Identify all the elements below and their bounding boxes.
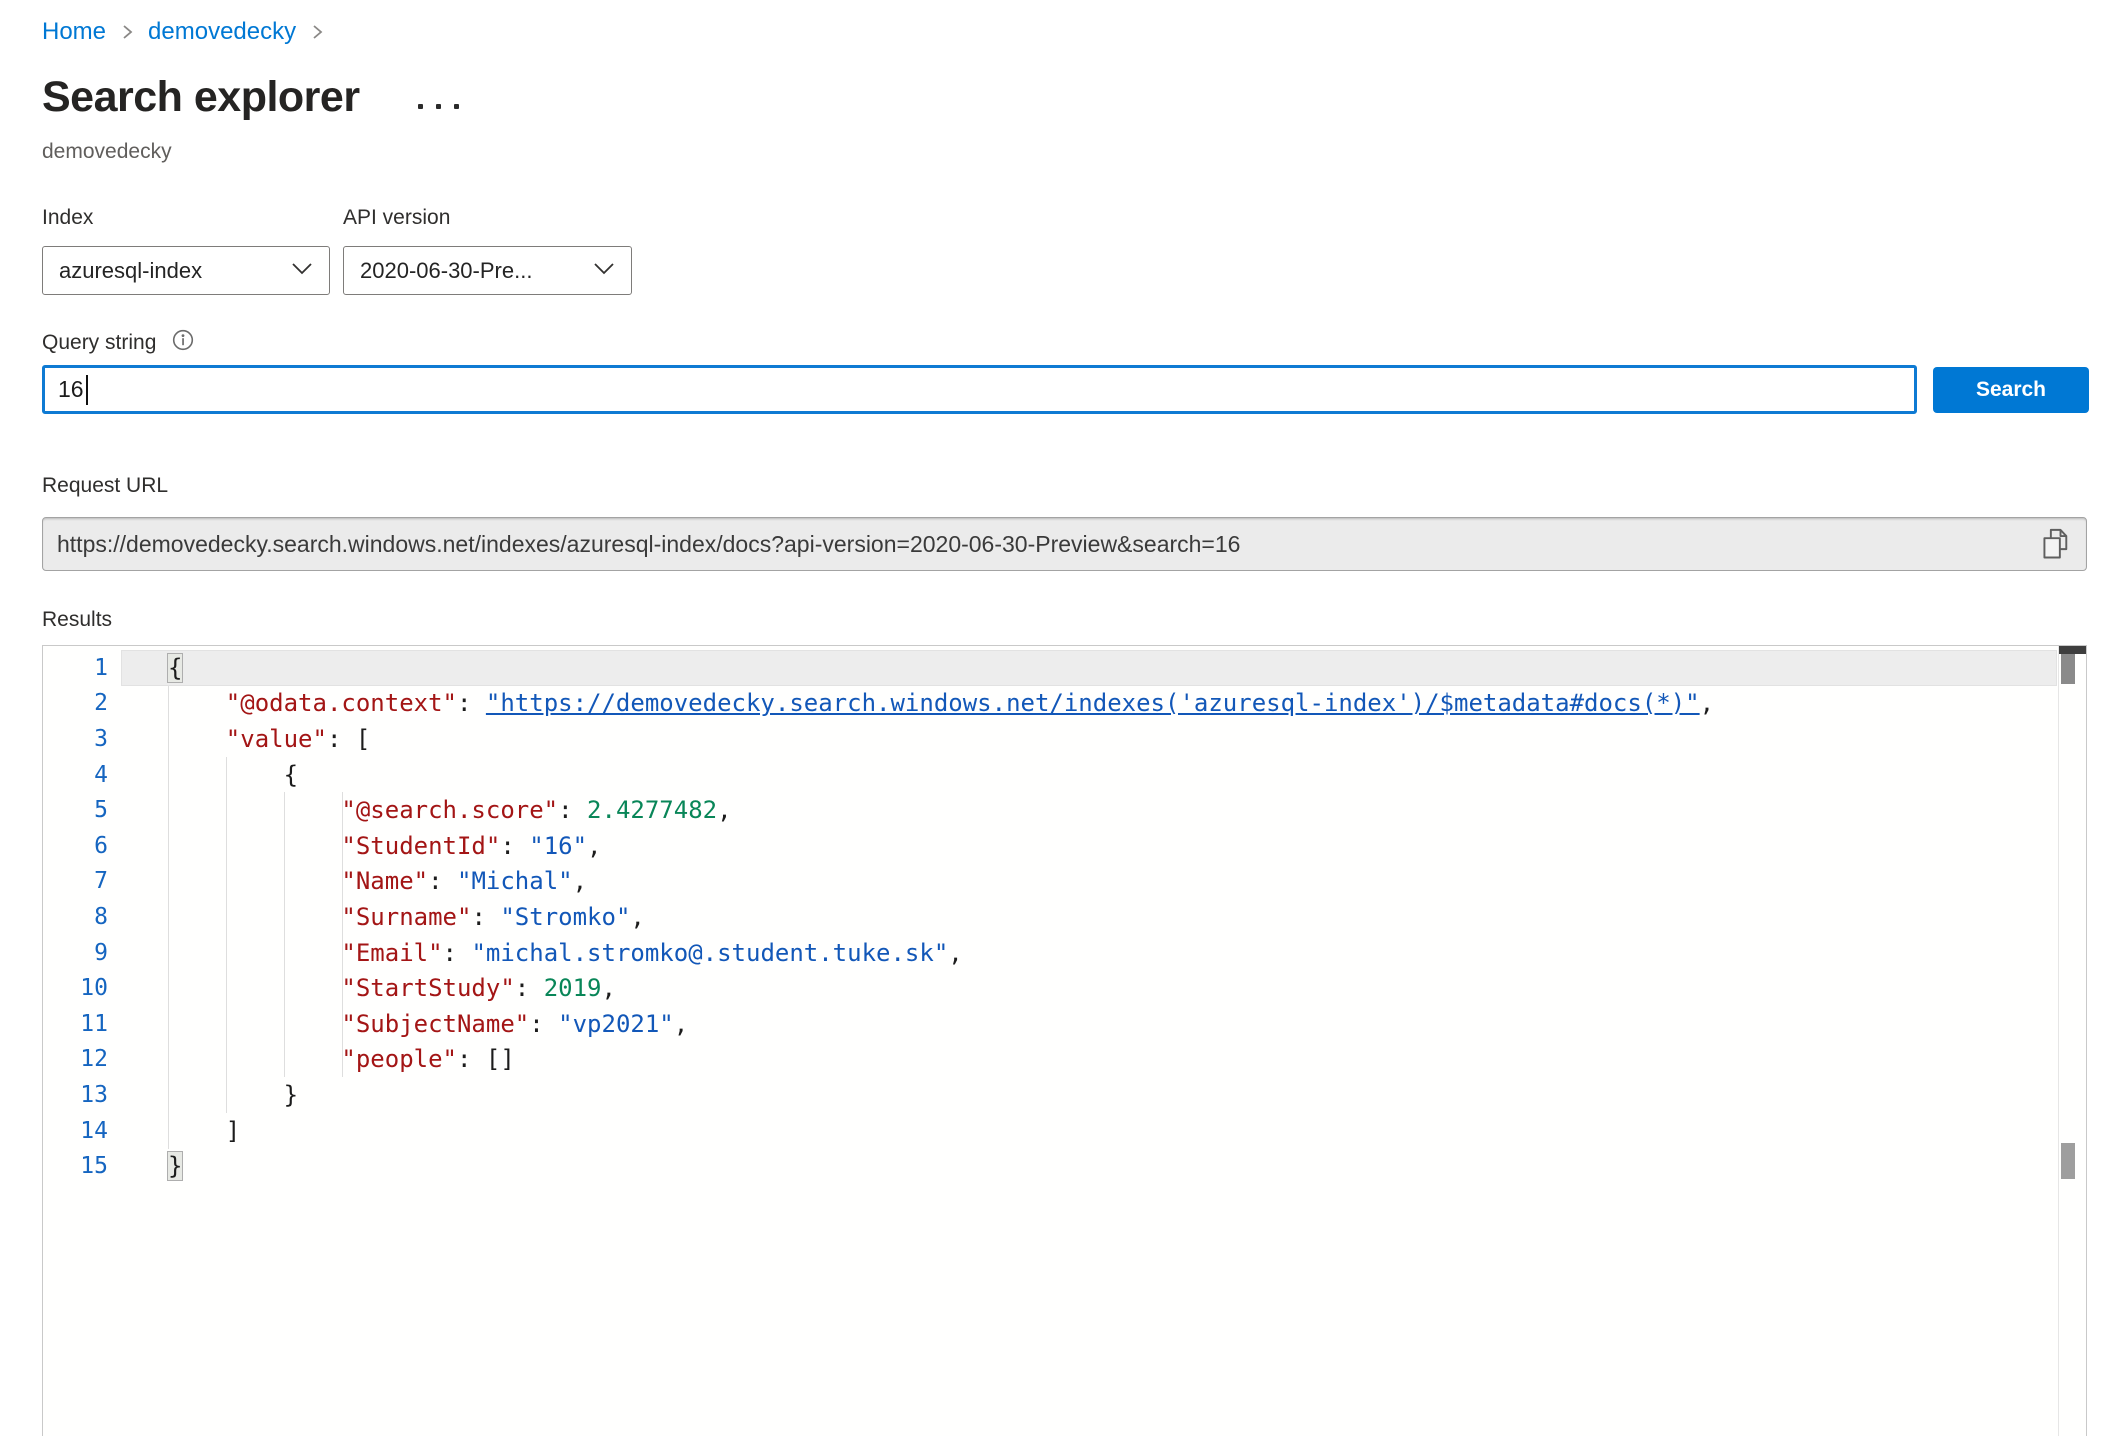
index-label: Index — [42, 206, 330, 230]
code-line: 6 "StudentId": "16", — [43, 828, 2058, 864]
code-text: "value": [ — [168, 725, 370, 753]
index-select-value: azuresql-index — [59, 258, 202, 284]
code-text: ] — [168, 1117, 240, 1145]
line-number: 14 — [43, 1118, 108, 1144]
code-line: 14 ] — [43, 1113, 2058, 1149]
chevron-down-icon — [593, 262, 615, 280]
info-icon[interactable] — [171, 328, 195, 357]
line-number: 15 — [43, 1153, 108, 1179]
results-label: Results — [42, 608, 112, 632]
code-text: "StudentId": "16", — [168, 832, 602, 860]
query-string-label: Query string — [42, 331, 156, 355]
code-text: "@search.score": 2.4277482, — [168, 796, 732, 824]
page-title: Search explorer — [42, 74, 360, 121]
chevron-down-icon — [291, 262, 313, 280]
code-text: { — [168, 761, 298, 789]
code-text: "Surname": "Stromko", — [168, 903, 645, 931]
query-controls: Index azuresql-index API version 2020-06… — [42, 206, 632, 295]
line-number: 13 — [43, 1082, 108, 1108]
copy-button[interactable] — [2036, 526, 2076, 564]
line-number: 11 — [43, 1011, 108, 1037]
request-url-label: Request URL — [42, 474, 168, 498]
line-number: 6 — [43, 833, 108, 859]
code-line: 5 "@search.score": 2.4277482, — [43, 792, 2058, 828]
code-text: "StartStudy": 2019, — [168, 974, 616, 1002]
code-line: 3 "value": [ — [43, 721, 2058, 757]
line-number: 3 — [43, 726, 108, 752]
code-text: } — [168, 1081, 298, 1109]
code-line: 7 "Name": "Michal", — [43, 864, 2058, 900]
breadcrumb-service-link[interactable]: demovedecky — [148, 18, 296, 46]
query-input[interactable]: 16 — [42, 365, 1917, 414]
code-line: 13 } — [43, 1077, 2058, 1113]
code-text: "Email": "michal.stromko@.student.tuke.s… — [168, 939, 963, 967]
code-text: { — [168, 654, 182, 682]
breadcrumb: Home demovedecky — [42, 18, 338, 46]
code-text: "Name": "Michal", — [168, 867, 587, 895]
page-scrollbar-thumb[interactable] — [2061, 1143, 2075, 1179]
code-line: 11 "SubjectName": "vp2021", — [43, 1006, 2058, 1042]
code-line: 10 "StartStudy": 2019, — [43, 970, 2058, 1006]
page-subtitle: demovedecky — [42, 140, 172, 164]
request-url-field[interactable]: https://demovedecky.search.windows.net/i… — [42, 517, 2087, 571]
search-button[interactable]: Search — [1933, 367, 2089, 413]
chevron-right-icon — [310, 23, 324, 41]
code-line: 15} — [43, 1148, 2058, 1184]
line-number: 1 — [43, 655, 108, 681]
code-line: 4 { — [43, 757, 2058, 793]
code-line: 8 "Surname": "Stromko", — [43, 899, 2058, 935]
line-number: 9 — [43, 940, 108, 966]
chevron-right-icon — [120, 23, 134, 41]
index-field: Index azuresql-index — [42, 206, 330, 295]
line-number: 4 — [43, 762, 108, 788]
line-number: 8 — [43, 904, 108, 930]
line-number: 12 — [43, 1046, 108, 1072]
code-text: } — [168, 1152, 182, 1180]
code-line: 12 "people": [] — [43, 1042, 2058, 1078]
line-number: 7 — [43, 868, 108, 894]
scrollbar-cap — [2059, 646, 2086, 654]
text-caret — [86, 375, 88, 405]
line-number: 5 — [43, 797, 108, 823]
more-actions-icon[interactable] — [418, 104, 459, 109]
line-number: 2 — [43, 690, 108, 716]
api-version-select-value: 2020-06-30-Pre... — [360, 258, 532, 284]
scrollbar-track — [2058, 646, 2059, 1436]
api-version-select[interactable]: 2020-06-30-Pre... — [343, 246, 632, 295]
code-line: 1{ — [43, 650, 2058, 686]
editor-scrollbar-thumb[interactable] — [2061, 654, 2075, 684]
search-explorer-page: Home demovedecky Search explorer demoved… — [0, 0, 2102, 1436]
code-line: 9 "Email": "michal.stromko@.student.tuke… — [43, 935, 2058, 971]
breadcrumb-home-link[interactable]: Home — [42, 18, 106, 46]
code-line: 2 "@odata.context": "https://demovedecky… — [43, 686, 2058, 722]
query-input-value: 16 — [58, 376, 84, 403]
copy-icon — [2039, 526, 2073, 565]
request-url-value: https://demovedecky.search.windows.net/i… — [57, 531, 1240, 558]
index-select[interactable]: azuresql-index — [42, 246, 330, 295]
api-version-field: API version 2020-06-30-Pre... — [343, 206, 632, 295]
code-text: "people": [] — [168, 1045, 515, 1073]
results-json-editor[interactable]: 1{2 "@odata.context": "https://demovedec… — [42, 645, 2087, 1436]
code-text: "@odata.context": "https://demovedecky.s… — [168, 689, 1714, 717]
line-number: 10 — [43, 975, 108, 1001]
code-text: "SubjectName": "vp2021", — [168, 1010, 688, 1038]
code-lines: 1{2 "@odata.context": "https://demovedec… — [43, 650, 2058, 1184]
api-version-label: API version — [343, 206, 632, 230]
